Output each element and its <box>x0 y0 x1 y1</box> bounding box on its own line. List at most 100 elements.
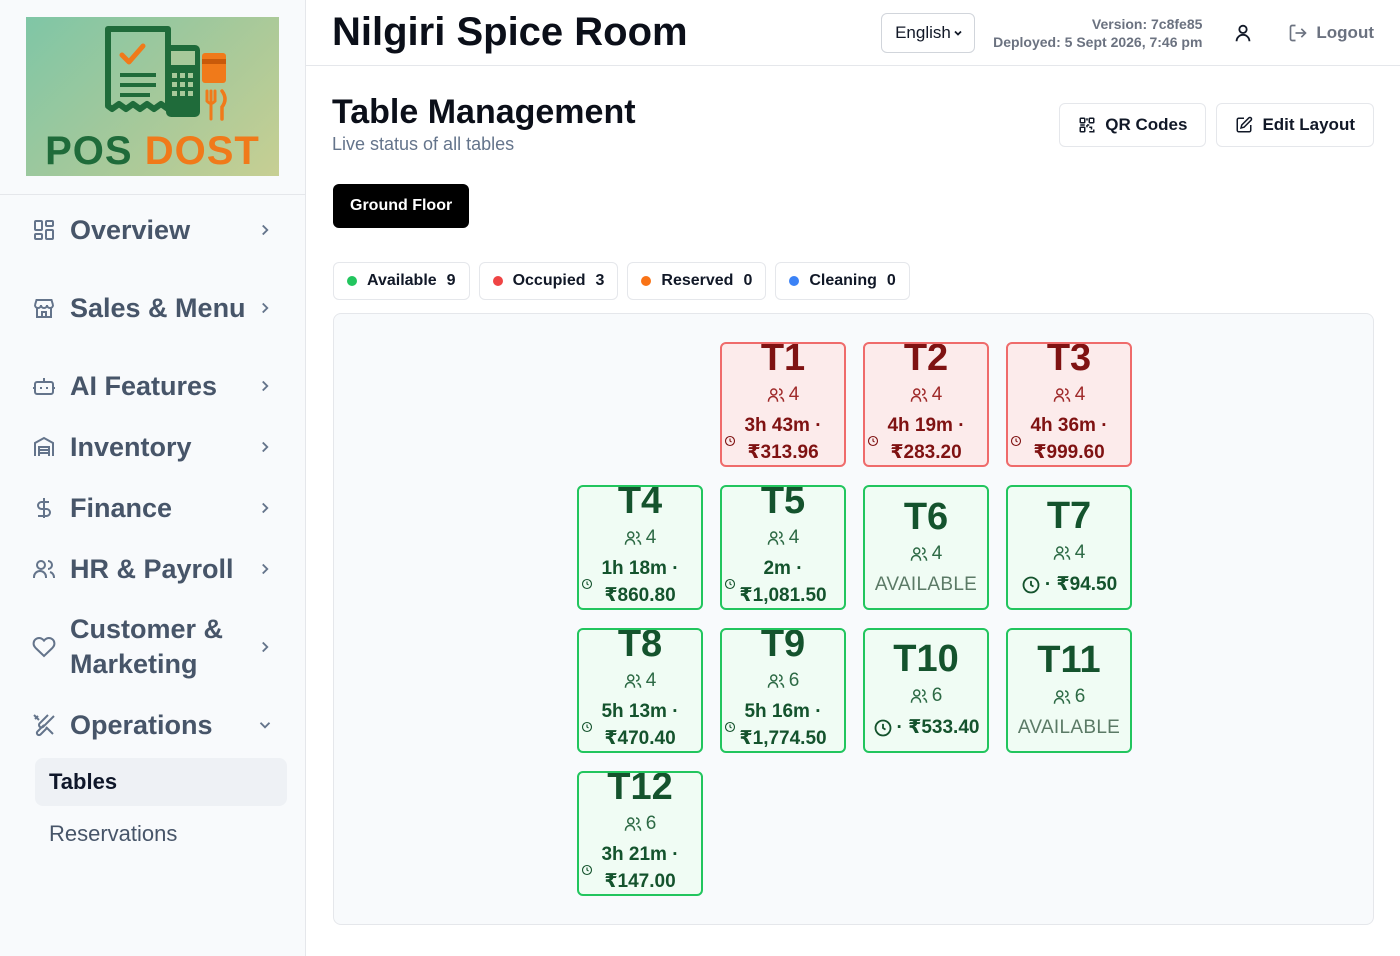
sidebar-item-operations[interactable]: Operations <box>0 702 305 748</box>
table-session-info: 3h 21m · ₹147.00 <box>601 841 679 894</box>
table-name: T4 <box>617 485 663 522</box>
table-name: T10 <box>893 638 959 680</box>
sidebar-item-ai-features[interactable]: AI Features <box>0 363 305 409</box>
legend-reserved[interactable]: Reserved 0 <box>627 262 767 300</box>
users-icon <box>30 555 58 583</box>
layout-grid-icon <box>30 216 58 244</box>
users-icon <box>910 545 928 563</box>
seat-count: 4 <box>1074 542 1086 563</box>
sidebar-item-finance[interactable]: Finance <box>0 485 305 531</box>
table-card-t5[interactable]: T5 4 2m · ₹1,081.50 <box>720 485 846 610</box>
table-session-info: 2m · ₹1,081.50 <box>739 555 826 608</box>
table-seats: 4 <box>1053 384 1085 406</box>
legend-occupied[interactable]: Occupied 3 <box>478 262 619 300</box>
table-card-t12[interactable]: T12 6 3h 21m · ₹147.00 <box>577 771 703 896</box>
clock-icon <box>1021 575 1041 595</box>
table-name: T3 <box>1046 342 1092 379</box>
table-status-label: AVAILABLE <box>874 573 978 595</box>
logo-area: POS DOST <box>0 0 305 195</box>
table-card-t6[interactable]: T6 4 AVAILABLE <box>863 485 989 610</box>
table-session-info: 3h 43m · ₹313.96 <box>744 412 822 465</box>
floor-tab-ground-floor[interactable]: Ground Floor <box>333 184 470 228</box>
table-name: T9 <box>760 628 806 665</box>
pos-dost-logo: POS DOST <box>26 17 279 176</box>
user-profile-button[interactable] <box>1228 18 1258 48</box>
qr-codes-button[interactable]: QR Codes <box>1059 103 1207 147</box>
table-name: T7 <box>1046 495 1092 537</box>
user-icon <box>1232 22 1254 44</box>
sidebar-subitem-tables[interactable]: Tables <box>35 758 287 806</box>
table-amount: ₹1,774.50 <box>739 728 827 749</box>
language-select[interactable]: English <box>881 12 976 53</box>
dollar-icon <box>30 494 58 522</box>
legend-cleaning[interactable]: Cleaning 0 <box>775 262 910 300</box>
clock-icon <box>724 578 736 590</box>
chevron-right-icon <box>255 498 275 518</box>
sidebar-item-customer-marketing[interactable]: Customer & Marketing <box>0 607 305 687</box>
seat-count: 6 <box>788 670 800 691</box>
users-icon <box>1053 544 1071 562</box>
users-icon <box>624 672 642 690</box>
legend-count: 0 <box>743 272 753 289</box>
status-dot <box>347 276 357 286</box>
sidebar-subitem-reservations[interactable]: Reservations <box>35 810 287 858</box>
logout-label: Logout <box>1316 22 1374 42</box>
restaurant-title: Nilgiri Spice Room <box>332 10 688 54</box>
table-duration: 3h 21m · <box>601 844 679 865</box>
warehouse-icon <box>30 433 58 461</box>
table-duration: 5h 16m · <box>744 701 822 722</box>
table-amount: ₹283.20 <box>890 442 962 463</box>
bot-icon <box>30 372 58 400</box>
table-name: T11 <box>1037 638 1101 681</box>
store-icon <box>30 294 58 322</box>
heart-icon <box>30 633 58 661</box>
table-session-info: 4h 19m · ₹283.20 <box>887 412 965 465</box>
logo-text: POS DOST <box>45 129 260 173</box>
logout-icon <box>1288 23 1308 43</box>
users-icon <box>767 529 785 547</box>
deployed-text: Deployed: 5 Sept 2026, 7:46 pm <box>993 33 1203 50</box>
table-duration: 5h 13m · <box>601 701 679 722</box>
table-card-t1[interactable]: T1 4 3h 43m · ₹313.96 <box>720 342 846 467</box>
table-duration: 4h 19m · <box>887 415 965 436</box>
table-amount-line: · ₹94.50 <box>1021 573 1117 596</box>
chevron-right-icon <box>255 437 275 457</box>
table-duration: 1h 18m · <box>601 558 679 579</box>
sidebar-item-hr-payroll[interactable]: HR & Payroll <box>0 546 305 592</box>
table-seats: 4 <box>910 542 943 565</box>
table-card-t7[interactable]: T7 4 · ₹94.50 <box>1006 485 1132 610</box>
table-card-t3[interactable]: T3 4 4h 36m · ₹999.60 <box>1006 342 1132 467</box>
legend-label: Reserved <box>661 272 734 289</box>
main-content: Table Management Live status of all tabl… <box>306 66 1400 956</box>
table-card-t9[interactable]: T9 6 5h 16m · ₹1,774.50 <box>720 628 846 753</box>
logout-button[interactable]: Logout <box>1288 23 1374 43</box>
table-name: T12 <box>607 771 673 808</box>
qr-code-icon <box>1078 116 1096 134</box>
sidebar-item-overview[interactable]: Overview <box>0 207 305 253</box>
users-icon <box>1053 688 1071 706</box>
seat-count: 4 <box>645 527 657 548</box>
clock-icon <box>867 435 879 447</box>
seat-count: 4 <box>931 542 943 564</box>
table-card-t8[interactable]: T8 4 5h 13m · ₹470.40 <box>577 628 703 753</box>
table-card-t10[interactable]: T10 6 · ₹533.40 <box>863 628 989 753</box>
table-duration: 4h 36m · <box>1030 415 1108 436</box>
sidebar: POS DOST Overview Sales & Menu AI Featur… <box>0 0 306 956</box>
table-seats: 4 <box>1053 542 1086 564</box>
edit-layout-button[interactable]: Edit Layout <box>1216 103 1374 147</box>
table-session-info: 1h 18m · ₹860.80 <box>601 555 679 608</box>
clock-icon <box>581 721 593 733</box>
sidebar-item-sales-menu[interactable]: Sales & Menu <box>0 268 305 348</box>
legend-label: Available <box>367 272 437 289</box>
table-card-t4[interactable]: T4 4 1h 18m · ₹860.80 <box>577 485 703 610</box>
page-actions: QR Codes Edit Layout <box>1059 103 1374 147</box>
chevron-down-icon <box>952 27 964 39</box>
legend-available[interactable]: Available 9 <box>333 262 470 300</box>
table-duration: 3h 43m · <box>744 415 822 436</box>
seat-count: 6 <box>931 685 943 706</box>
sidebar-item-inventory[interactable]: Inventory <box>0 424 305 470</box>
table-card-t11[interactable]: T11 6 AVAILABLE <box>1006 628 1132 753</box>
chevron-down-icon <box>255 715 275 735</box>
table-card-t2[interactable]: T2 4 4h 19m · ₹283.20 <box>863 342 989 467</box>
table-seats: 6 <box>624 813 656 835</box>
